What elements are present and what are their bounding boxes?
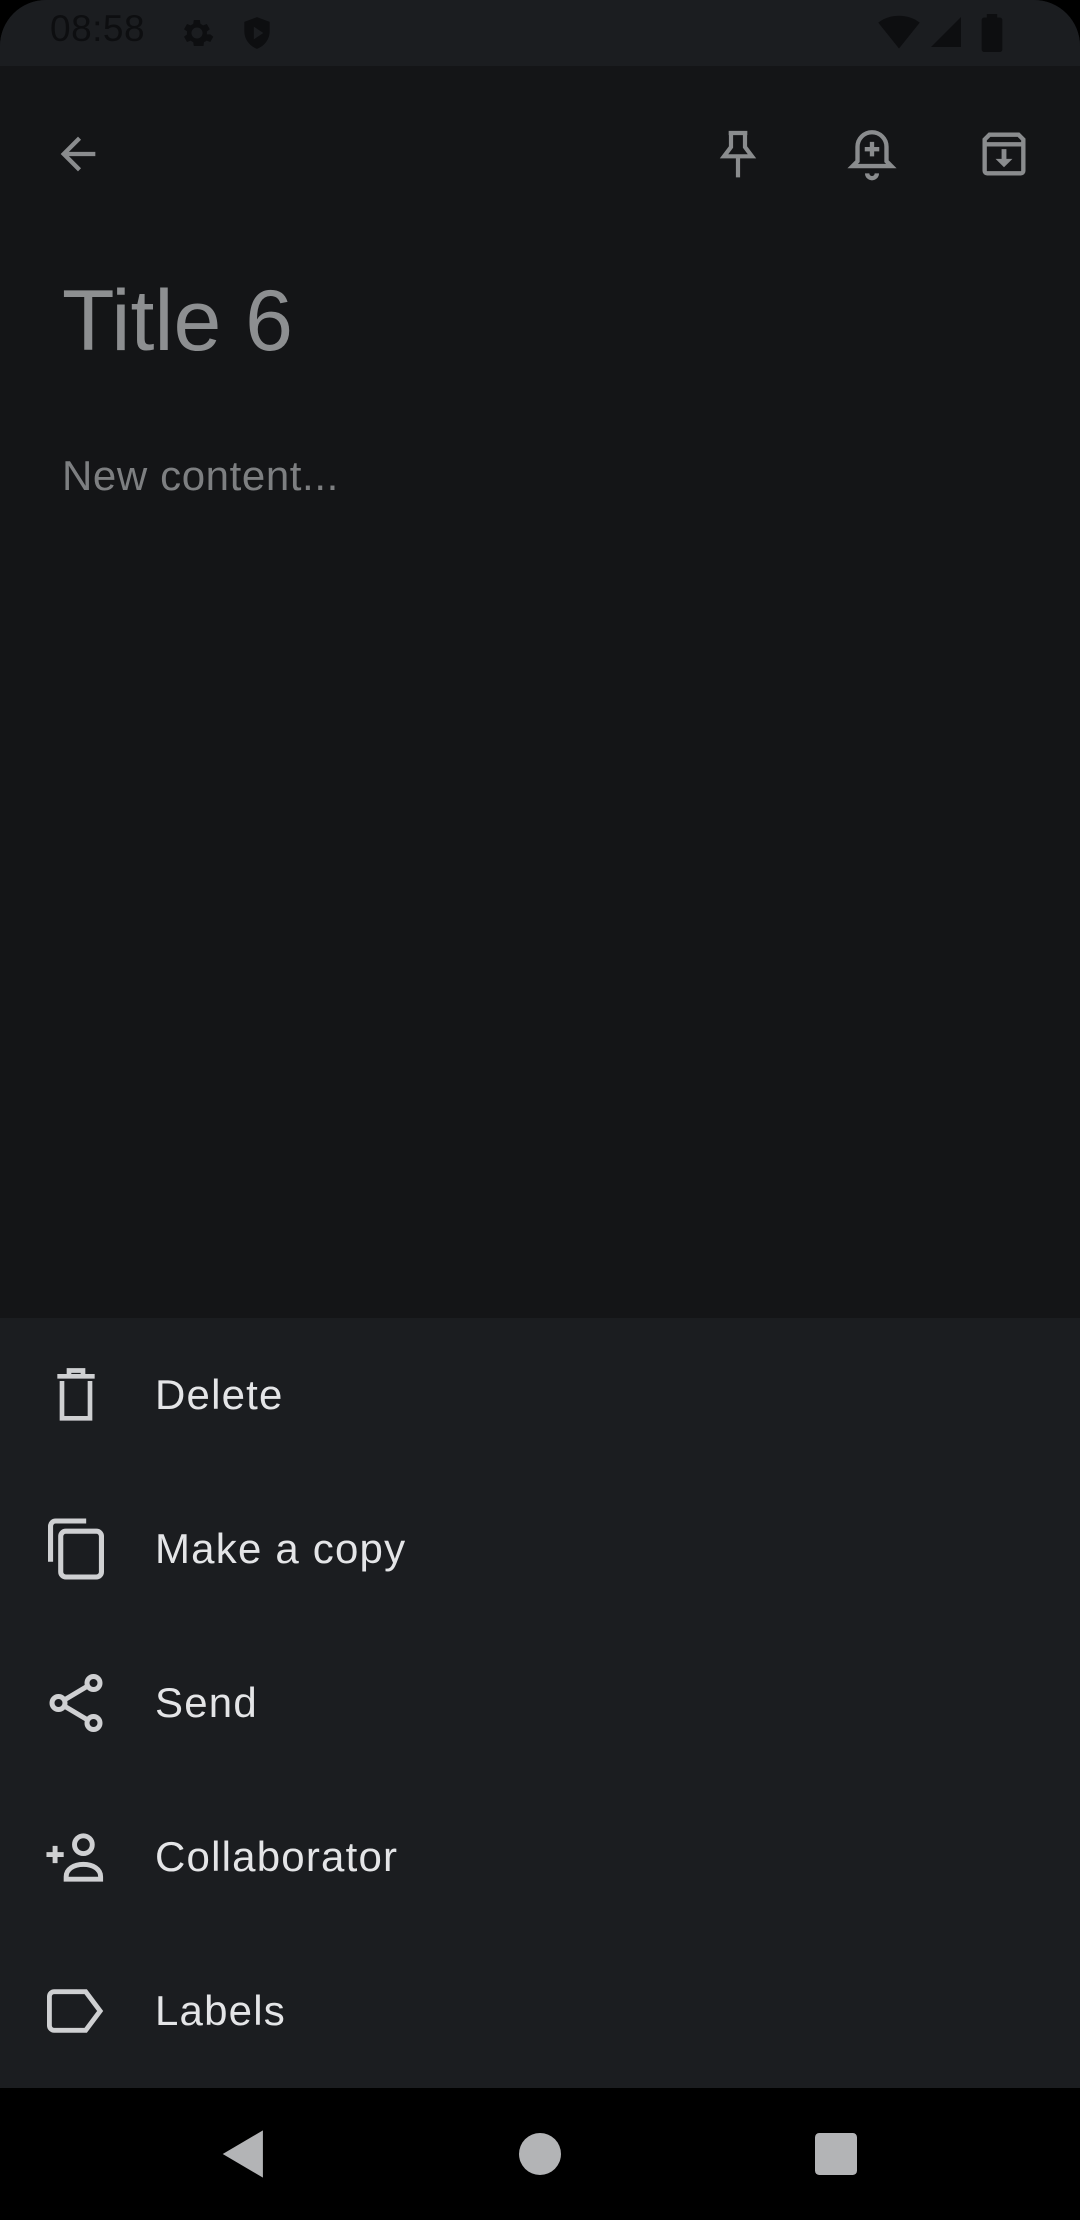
menu-label-make-copy: Make a copy (155, 1525, 407, 1572)
battery-icon (980, 14, 1004, 57)
back-button[interactable] (38, 114, 118, 194)
menu-label-send: Send (155, 1679, 258, 1726)
back-arrow-icon (60, 136, 96, 172)
reminder-button[interactable] (832, 114, 912, 194)
nav-back-icon (222, 2130, 263, 2178)
label-icon (44, 1979, 108, 2043)
note-editor (0, 66, 1080, 1318)
nav-recents-icon (815, 2133, 857, 2175)
menu-label-delete: Delete (155, 1371, 284, 1418)
settings-icon (178, 14, 216, 57)
status-time: 08:58 (50, 8, 146, 49)
nav-back-button[interactable] (202, 2112, 286, 2196)
note-content[interactable]: New content... (62, 452, 339, 500)
menu-item-delete[interactable]: Delete (0, 1318, 1080, 1472)
archive-icon (982, 132, 1026, 176)
pin-button[interactable] (698, 114, 778, 194)
status-bar: 08:58 (0, 0, 1080, 66)
menu-item-labels[interactable]: Labels (0, 1934, 1080, 2088)
pin-icon (719, 130, 757, 178)
nav-home-icon (519, 2133, 561, 2175)
archive-button[interactable] (964, 114, 1044, 194)
actions-bottom-sheet: Delete Make a copy Send Collaborator Lab (0, 1318, 1080, 2088)
copy-icon (44, 1517, 108, 1581)
screen: 08:58 Title 6 New content... Delete Make… (0, 0, 1080, 2220)
menu-label-labels: Labels (155, 1987, 286, 2034)
signal-icon (928, 14, 964, 55)
nav-home-button[interactable] (498, 2112, 582, 2196)
add-reminder-icon (847, 130, 897, 181)
share-icon (44, 1671, 108, 1735)
menu-label-collaborator: Collaborator (155, 1833, 399, 1880)
nav-recents-button[interactable] (794, 2112, 878, 2196)
menu-item-send[interactable]: Send (0, 1626, 1080, 1780)
shield-play-icon (238, 14, 276, 57)
menu-item-make-copy[interactable]: Make a copy (0, 1472, 1080, 1626)
note-title[interactable]: Title 6 (62, 272, 293, 371)
add-person-icon (44, 1825, 108, 1889)
menu-item-collaborator[interactable]: Collaborator (0, 1780, 1080, 1934)
trash-icon (44, 1363, 108, 1427)
wifi-icon (878, 14, 920, 57)
